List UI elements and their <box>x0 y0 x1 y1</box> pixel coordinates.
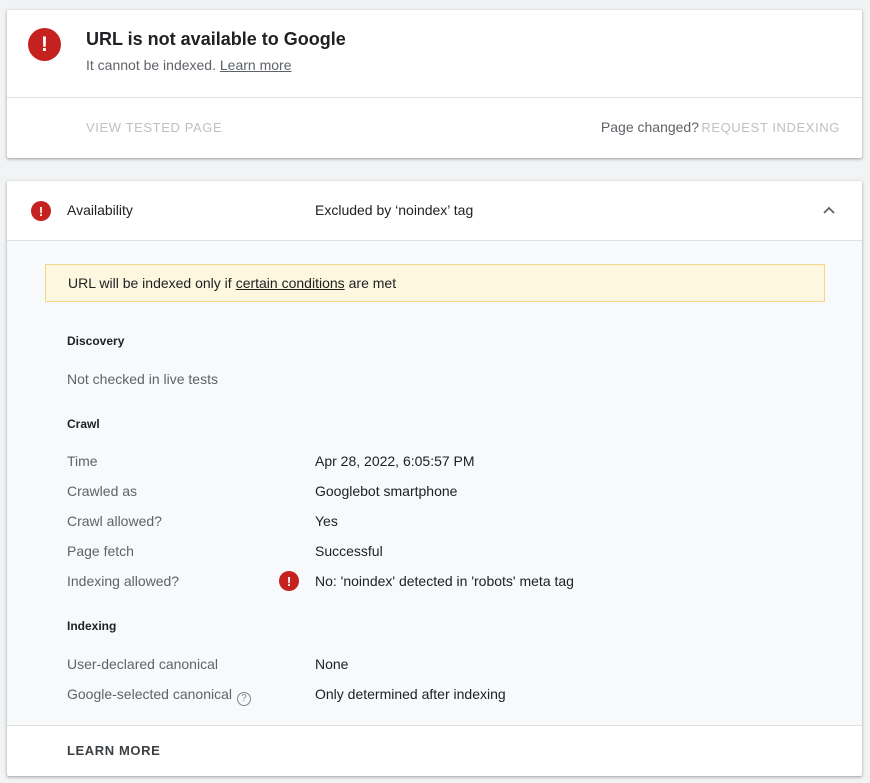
error-icon: ! <box>279 571 299 591</box>
status-actions: VIEW TESTED PAGE Page changed? REQUEST I… <box>7 98 862 157</box>
indexing-notice: URL will be indexed only if certain cond… <box>45 264 825 302</box>
page-changed-label: Page changed? <box>600 119 699 135</box>
indexing-title: Indexing <box>67 619 117 633</box>
user-canonical-label: User-declared canonical <box>67 656 218 672</box>
request-indexing-button[interactable]: REQUEST INDEXING <box>701 120 840 135</box>
indexing-allowed-label: Indexing allowed? <box>67 573 180 589</box>
status-subtitle: It cannot be indexed. Learn more <box>86 57 291 73</box>
availability-header[interactable]: ! Availability Excluded by ‘noindex’ tag <box>7 181 862 241</box>
notice-prefix: URL will be indexed only if <box>68 275 232 291</box>
availability-details: URL will be indexed only if certain cond… <box>7 241 862 726</box>
error-icon: ! <box>28 28 61 61</box>
availability-card: ! Availability Excluded by ‘noindex’ tag… <box>7 181 862 776</box>
url-status-card: ! URL is not available to Google It cann… <box>7 10 862 158</box>
status-subtitle-text: It cannot be indexed. <box>86 57 216 73</box>
crawl-allowed-label: Crawl allowed? <box>67 513 162 529</box>
availability-footer: LEARN MORE <box>7 726 862 775</box>
google-canonical-label-text: Google-selected canonical <box>67 686 232 702</box>
page-fetch-value: Successful <box>315 543 383 559</box>
view-tested-page-button[interactable]: VIEW TESTED PAGE <box>86 120 222 135</box>
google-canonical-label: Google-selected canonical? <box>67 686 251 706</box>
crawl-title: Crawl <box>67 417 100 431</box>
indexing-allowed-value: No: 'noindex' detected in 'robots' meta … <box>315 573 574 589</box>
discovery-title: Discovery <box>67 334 125 348</box>
certain-conditions-link[interactable]: certain conditions <box>236 275 345 291</box>
google-canonical-value: Only determined after indexing <box>315 686 506 702</box>
status-title: URL is not available to Google <box>86 29 346 49</box>
crawl-time-value: Apr 28, 2022, 6:05:57 PM <box>315 453 475 469</box>
crawl-allowed-value: Yes <box>315 513 338 529</box>
crawled-as-label: Crawled as <box>67 483 138 499</box>
help-circle-icon[interactable]: ? <box>237 691 251 706</box>
crawl-time-label: Time <box>67 453 98 469</box>
page-fetch-label: Page fetch <box>67 543 134 559</box>
learn-more-button[interactable]: LEARN MORE <box>67 743 160 758</box>
crawled-as-value: Googlebot smartphone <box>315 483 458 499</box>
notice-suffix: are met <box>348 275 397 291</box>
availability-value: Excluded by ‘noindex’ tag <box>315 202 474 218</box>
error-icon: ! <box>31 201 51 221</box>
user-canonical-value: None <box>315 656 349 672</box>
chevron-up-icon[interactable] <box>822 203 836 217</box>
learn-more-link[interactable]: Learn more <box>220 57 292 73</box>
availability-label: Availability <box>67 202 133 218</box>
status-header: ! URL is not available to Google It cann… <box>7 10 862 98</box>
discovery-text: Not checked in live tests <box>67 371 218 387</box>
